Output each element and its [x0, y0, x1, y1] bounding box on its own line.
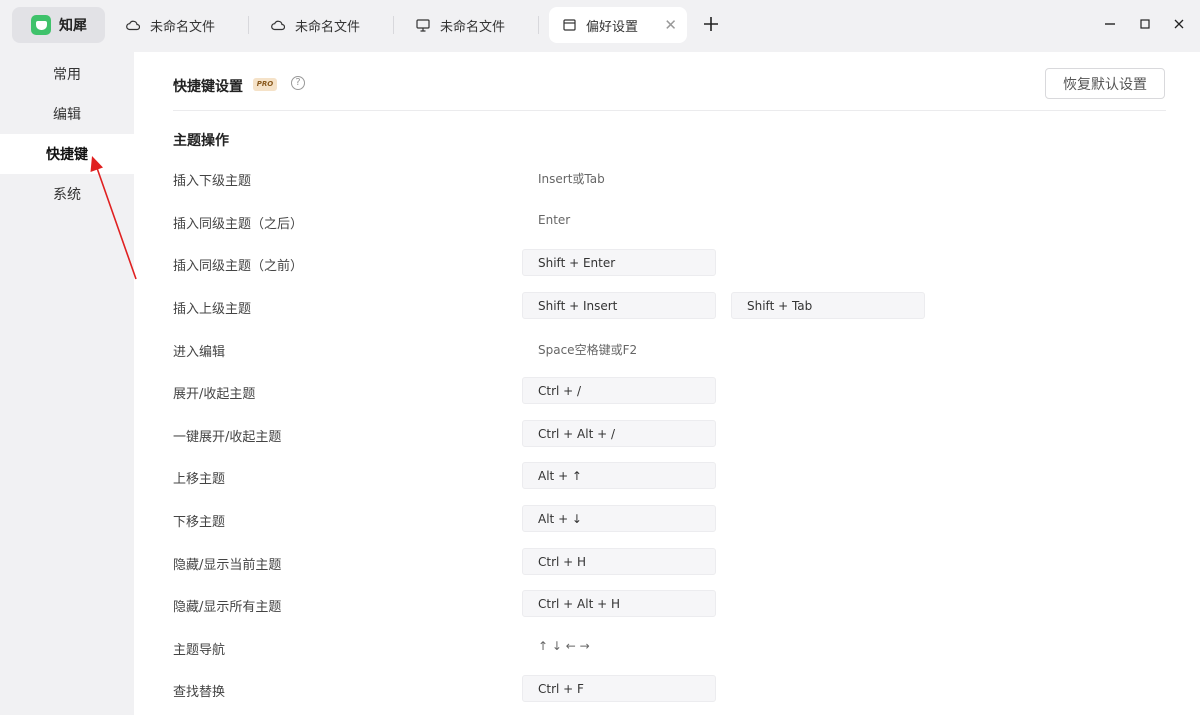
- shortcut-label: 一键展开/收起主题: [173, 430, 282, 445]
- shortcut-label: 下移主题: [173, 515, 226, 530]
- shortcut-key-input[interactable]: Shift + Insert: [522, 292, 716, 319]
- shortcut-fixed-key: ↑ ↓ ← →: [538, 639, 590, 653]
- shortcut-label: 上移主题: [173, 472, 226, 487]
- tab-divider: [248, 16, 249, 34]
- app-name: 知犀: [59, 18, 87, 34]
- tab-label: 未命名文件: [295, 19, 361, 35]
- tab-label: 未命名文件: [440, 19, 506, 35]
- minimize-button[interactable]: [1099, 12, 1121, 36]
- sidebar-item-label: 编辑: [53, 107, 81, 123]
- section-title: 主题操作: [173, 133, 229, 149]
- shortcut-row: 进入编辑 Space空格键或F2: [134, 335, 1200, 363]
- tab-label: 未命名文件: [150, 19, 216, 35]
- shortcut-row: 展开/收起主题 Ctrl + /: [134, 377, 1200, 405]
- tab-document-1[interactable]: 未命名文件: [126, 7, 215, 43]
- shortcut-key-input[interactable]: Shift + Tab: [731, 292, 925, 319]
- settings-sidebar: 常用 编辑 快捷键 系统: [0, 52, 134, 715]
- shortcut-label: 展开/收起主题: [173, 387, 256, 402]
- shortcut-label: 查找替换: [173, 685, 226, 700]
- shortcut-key-input[interactable]: Alt + ↑: [522, 462, 716, 489]
- shortcut-row: 主题导航 ↑ ↓ ← →: [134, 633, 1200, 661]
- shortcut-row: 下移主题 Alt + ↓: [134, 505, 1200, 533]
- shortcut-row: 隐藏/显示所有主题 Ctrl + Alt + H: [134, 590, 1200, 618]
- shortcut-label: 插入下级主题: [173, 174, 252, 189]
- sidebar-item-label: 常用: [53, 67, 81, 83]
- tab-label: 偏好设置: [586, 19, 639, 35]
- tab-divider: [393, 16, 394, 34]
- shortcut-row: 插入上级主题 Shift + Insert Shift + Tab: [134, 292, 1200, 320]
- divider: [173, 110, 1166, 111]
- cloud-icon: [271, 18, 285, 32]
- sidebar-item-shortcuts[interactable]: 快捷键: [0, 134, 134, 174]
- shortcut-fixed-key: Insert或Tab: [538, 172, 605, 186]
- page-title: 快捷键设置: [173, 79, 243, 95]
- shortcut-key-input[interactable]: Ctrl + Alt + /: [522, 420, 716, 447]
- shortcut-fixed-key: Enter: [538, 213, 571, 227]
- shortcut-key-input[interactable]: Shift + Enter: [522, 249, 716, 276]
- shortcuts-panel: 快捷键设置 PRO ? 恢复默认设置 主题操作 插入下级主题 Insert或Tab…: [134, 52, 1200, 715]
- shortcut-row: 插入同级主题（之后） Enter: [134, 207, 1200, 235]
- shortcut-label: 插入同级主题（之后）: [173, 217, 304, 232]
- shortcut-label: 主题导航: [173, 643, 226, 658]
- reset-defaults-button[interactable]: 恢复默认设置: [1045, 68, 1165, 99]
- cloud-icon: [126, 18, 140, 32]
- sidebar-item-label: 快捷键: [46, 147, 88, 163]
- shortcut-label: 插入上级主题: [173, 302, 252, 317]
- shortcut-row: 插入同级主题（之前） Shift + Enter: [134, 249, 1200, 277]
- shortcut-label: 隐藏/显示当前主题: [173, 558, 282, 573]
- tab-document-3[interactable]: 未命名文件: [416, 7, 505, 43]
- shortcut-label: 隐藏/显示所有主题: [173, 600, 282, 615]
- tab-document-2[interactable]: 未命名文件: [271, 7, 360, 43]
- tab-preferences[interactable]: 偏好设置 ✕: [549, 7, 687, 43]
- shortcut-label: 进入编辑: [173, 345, 226, 360]
- shortcut-fixed-key: Space空格键或F2: [538, 343, 638, 357]
- close-tab-icon[interactable]: ✕: [664, 16, 677, 34]
- help-icon[interactable]: ?: [291, 76, 305, 90]
- window-icon: [562, 18, 576, 32]
- shortcut-label: 插入同级主题（之前）: [173, 259, 304, 274]
- sidebar-item-edit[interactable]: 编辑: [0, 94, 134, 134]
- maximize-button[interactable]: [1134, 12, 1156, 36]
- pro-badge: PRO: [253, 78, 277, 91]
- app-home-tab[interactable]: 知犀: [12, 7, 105, 43]
- shortcut-key-input[interactable]: Ctrl + H: [522, 548, 716, 575]
- new-tab-button[interactable]: [702, 12, 720, 36]
- sidebar-item-label: 系统: [53, 187, 81, 203]
- sidebar-item-general[interactable]: 常用: [0, 54, 134, 94]
- shortcut-key-input[interactable]: Ctrl + /: [522, 377, 716, 404]
- monitor-icon: [416, 18, 430, 32]
- shortcut-row: 插入下级主题 Insert或Tab: [134, 164, 1200, 192]
- shortcut-row: 上移主题 Alt + ↑: [134, 462, 1200, 490]
- app-logo-icon: [31, 15, 51, 35]
- shortcut-key-input[interactable]: Alt + ↓: [522, 505, 716, 532]
- close-window-button[interactable]: [1168, 12, 1190, 36]
- title-bar: 知犀 未命名文件 未命名文件 未命名文件 偏好设置 ✕: [0, 0, 1200, 52]
- sidebar-item-system[interactable]: 系统: [0, 174, 134, 214]
- shortcut-key-input[interactable]: Ctrl + Alt + H: [522, 590, 716, 617]
- shortcut-row: 一键展开/收起主题 Ctrl + Alt + /: [134, 420, 1200, 448]
- tab-divider: [538, 16, 539, 34]
- shortcut-key-input[interactable]: Ctrl + F: [522, 675, 716, 702]
- shortcut-row: 查找替换 Ctrl + F: [134, 675, 1200, 703]
- shortcut-row: 隐藏/显示当前主题 Ctrl + H: [134, 548, 1200, 576]
